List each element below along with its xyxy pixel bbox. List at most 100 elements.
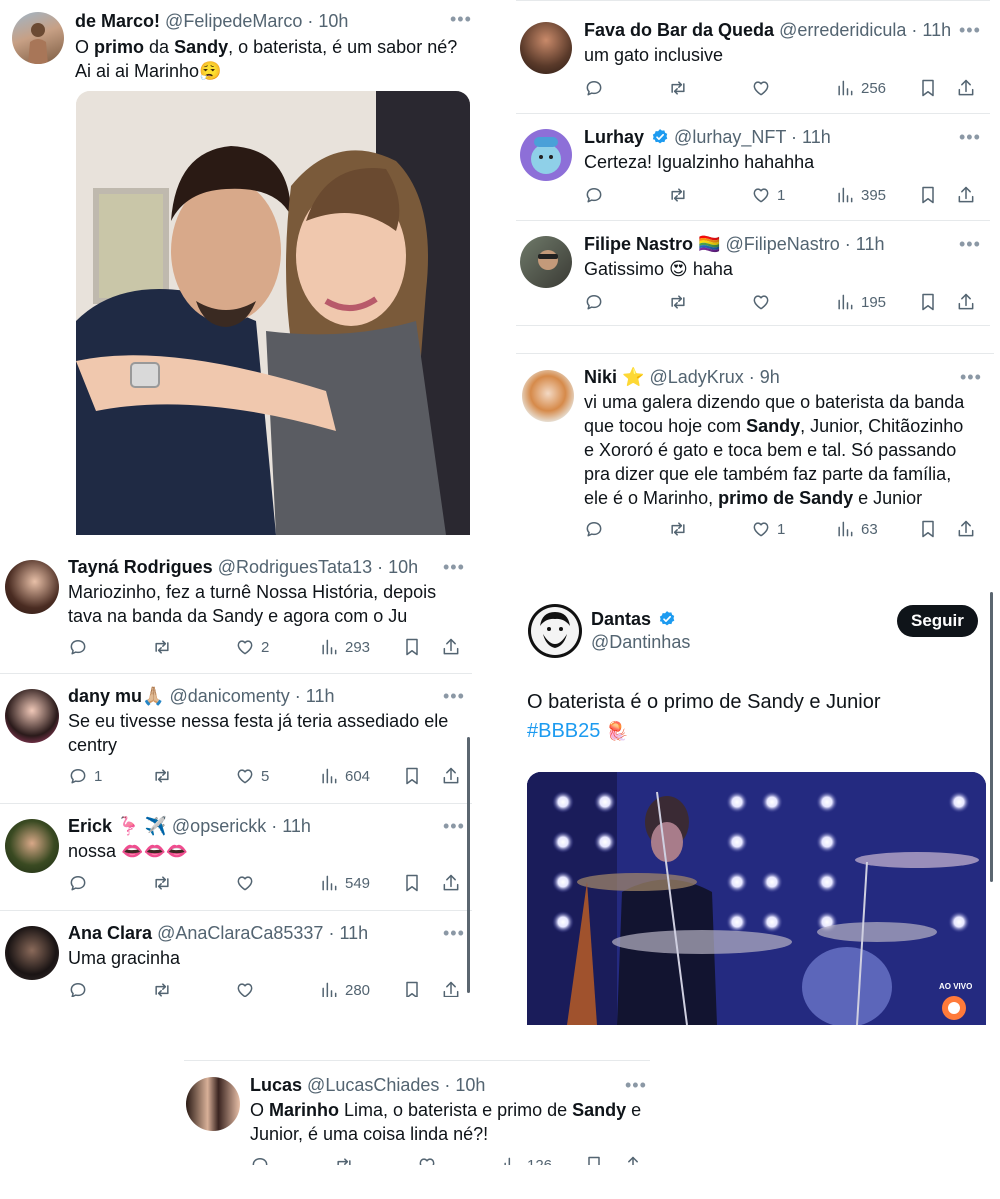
share-button[interactable] [441,636,461,658]
share-button[interactable] [441,979,461,997]
author-handle[interactable]: @FilipeNastro [725,234,839,254]
tweet-time[interactable]: 11h [922,20,951,40]
author-name[interactable]: Dantas [591,609,651,629]
tweet-time[interactable]: 11h [802,127,831,147]
author-handle[interactable]: @danicomenty [169,686,289,706]
bookmark-button[interactable] [918,184,938,206]
more-icon[interactable]: ••• [443,558,465,576]
avatar[interactable] [5,689,59,743]
views-button[interactable]: 256 [835,77,886,99]
bookmark-button[interactable] [918,518,938,540]
tweet-time[interactable]: 10h [455,1075,485,1095]
retweet-button[interactable] [152,979,172,997]
follow-button[interactable]: Seguir [897,605,978,637]
author-name[interactable]: de Marco! [75,11,160,31]
like-button[interactable]: 1 [751,184,785,206]
bookmark-button[interactable] [918,77,938,99]
reply-tweet[interactable]: Ana Clara @AnaClaraCa85337 · 11h ••• Uma… [0,911,472,997]
tweet-time[interactable]: 11h [306,686,335,706]
like-button[interactable] [417,1154,437,1165]
author-handle[interactable]: @RodriguesTata13 [218,557,372,577]
tweet-time[interactable]: 11h [282,816,311,836]
like-button[interactable]: 5 [235,765,269,787]
views-button[interactable]: 549 [319,872,370,894]
share-button[interactable] [441,765,461,787]
bookmark-button[interactable] [402,765,422,787]
tweet-time[interactable]: 9h [760,367,780,387]
author-handle[interactable]: @AnaClaraCa85337 [157,923,323,943]
author-name[interactable]: Lurhay [584,127,644,147]
avatar[interactable] [520,129,572,181]
avatar[interactable] [520,22,572,74]
tweet-video[interactable]: AO VIVO [527,772,986,1025]
share-button[interactable] [956,291,976,313]
reply-button[interactable]: 1 [68,765,102,787]
avatar[interactable] [186,1077,240,1131]
author-handle[interactable]: @Dantinhas [591,631,690,653]
avatar[interactable] [12,12,64,64]
author-handle[interactable]: @FelipedeMarco [165,11,302,31]
reply-button[interactable] [68,979,94,997]
like-button[interactable] [235,979,261,997]
bookmark-button[interactable] [402,636,422,658]
more-icon[interactable]: ••• [959,235,981,253]
hashtag-link[interactable]: #BBB25 [527,720,600,742]
views-button[interactable]: 280 [319,979,370,997]
like-button[interactable] [751,77,777,99]
reply-button[interactable] [584,518,604,540]
bookmark-button[interactable] [584,1154,604,1165]
share-button[interactable] [441,872,461,894]
reply-button[interactable] [68,636,94,658]
tweet-photo[interactable] [76,91,470,535]
reply-tweet[interactable]: Filipe Nastro 🏳️‍🌈 @FilipeNastro · 11h •… [516,221,990,326]
author-name[interactable]: Fava do Bar da Queda [584,20,774,40]
views-button[interactable]: 126 [501,1154,552,1165]
author-name[interactable]: Lucas [250,1075,302,1095]
more-icon[interactable]: ••• [443,687,465,705]
share-button[interactable] [956,77,976,99]
views-button[interactable]: 604 [319,765,370,787]
retweet-button[interactable] [668,518,688,540]
tweet-time[interactable]: 11h [856,234,885,254]
author-name[interactable]: Ana Clara [68,923,152,943]
author-handle[interactable]: @lurhay_NFT [674,127,786,147]
share-button[interactable] [623,1154,643,1165]
reply-button[interactable] [68,872,94,894]
retweet-button[interactable] [668,184,688,206]
more-icon[interactable]: ••• [960,368,982,386]
scrollbar[interactable] [467,737,470,993]
more-icon[interactable]: ••• [443,817,465,835]
views-button[interactable]: 293 [319,636,370,658]
author-handle[interactable]: @errederidicula [779,20,906,40]
scrollbar[interactable] [990,592,993,882]
more-icon[interactable]: ••• [450,10,472,28]
author-name[interactable]: Niki [584,367,617,387]
reply-button[interactable] [584,291,610,313]
views-button[interactable]: 395 [835,184,886,206]
reply-button[interactable] [584,77,610,99]
author-name[interactable]: Filipe Nastro [584,234,693,254]
avatar[interactable] [528,604,582,658]
reply-tweet[interactable]: Fava do Bar da Queda @errederidicula · 1… [516,1,990,114]
bookmark-button[interactable] [918,291,938,313]
reply-tweet[interactable]: dany mu🙏🏼 @danicomenty · 11h ••• Se eu t… [0,674,472,804]
views-button[interactable]: 63 [835,518,878,540]
like-button[interactable] [235,872,261,894]
views-button[interactable]: 195 [835,291,886,313]
like-button[interactable]: 1 [751,518,785,540]
author-handle[interactable]: @LadyKrux [649,367,743,387]
retweet-button[interactable] [668,291,688,313]
retweet-button[interactable] [668,77,688,99]
avatar[interactable] [5,560,59,614]
more-icon[interactable]: ••• [959,128,981,146]
tweet-time[interactable]: 11h [339,923,368,943]
more-icon[interactable]: ••• [959,21,981,39]
share-button[interactable] [956,184,976,206]
share-button[interactable] [956,518,976,540]
bookmark-button[interactable] [402,872,422,894]
avatar[interactable] [520,236,572,288]
reply-tweet[interactable]: Lurhay @lurhay_NFT · 11h ••• Certeza! Ig… [516,114,990,221]
avatar[interactable] [522,370,574,422]
author-name[interactable]: Erick [68,816,112,836]
author-name[interactable]: Tayná Rodrigues [68,557,213,577]
